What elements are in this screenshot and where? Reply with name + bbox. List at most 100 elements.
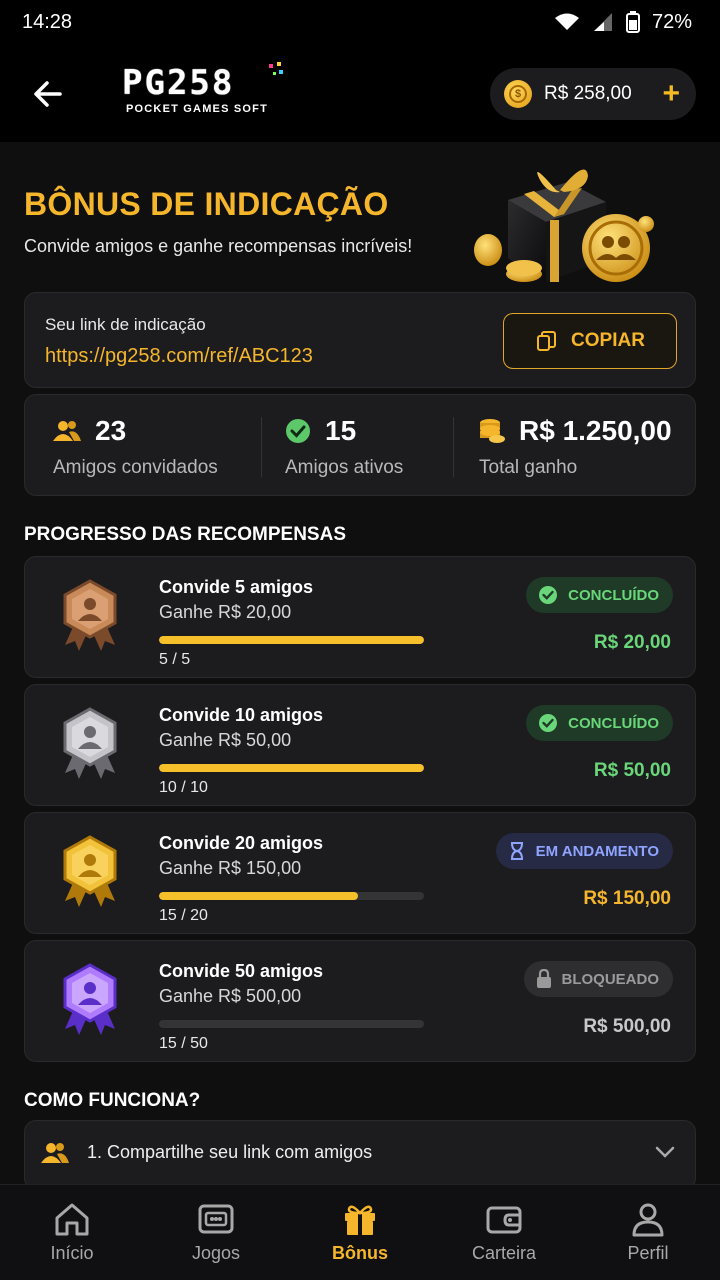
nav-label: Jogos [191,1243,241,1263]
status-time: 14:28 [22,10,73,33]
users-icon [53,421,81,441]
users-icon [41,1143,69,1163]
referral-link-url[interactable]: https://pg258.com/ref/ABC123 [45,345,313,368]
reward-title: Convide 10 amigos [159,705,324,725]
check-circle-icon [539,586,558,604]
stat-divider [261,417,262,477]
copy-button[interactable]: COPIAR [503,313,677,369]
nav-item-carteira[interactable]: Carteira [432,1185,576,1280]
wifi-icon [554,13,579,30]
copy-icon [537,331,557,351]
back-arrow-icon[interactable] [30,76,66,112]
progress-section-title: PROGRESSO DAS RECOMPENSAS [24,524,346,545]
logo-subtitle: POCKET GAMES SOFT [126,103,269,115]
status-badge: CONCLUÍDO [526,577,673,613]
status-badge-label: BLOQUEADO [561,970,660,988]
reward-progress-bar [159,636,424,644]
nav-item-perfil[interactable]: Perfil [576,1185,720,1280]
reward-count: 5 / 5 [159,651,191,668]
bottom-nav: Início Jogos Bônus Carteira Perfil [0,1184,720,1280]
stats-card: 23 Amigos convidados 15 Amigos ativos R$… [24,394,696,496]
logo-sparkle-icon [269,62,283,75]
stat-invited-label: Amigos convidados [53,457,218,478]
nav-label: Bônus [332,1243,388,1263]
how-section-title: COMO FUNCIONA? [24,1090,201,1111]
how-item[interactable]: 1. Compartilhe seu link com amigos [24,1120,696,1190]
stat-total: R$ 1.250,00 Total ganho [479,415,672,479]
status-badge: CONCLUÍDO [526,705,673,741]
reward-card[interactable]: Convide 10 amigos Ganhe R$ 50,00 10 / 10 CO… [24,684,696,806]
app-header: PG258 POCKET GAMES SOFT $ R$ 258,00 + [0,44,720,142]
copy-button-label: COPIAR [571,330,645,351]
reward-progress-fill [159,636,424,644]
reward-card[interactable]: Convide 5 amigos Ganhe R$ 20,00 5 / 5 CONCL… [24,556,696,678]
referral-link-label: Seu link de indicação [45,315,206,334]
check-circle-icon [286,419,310,443]
app-logo: PG258 POCKET GAMES SOFT [122,62,283,115]
stat-active-label: Amigos ativos [285,457,404,478]
logo-text: PG258 [122,63,235,103]
nav-label: Perfil [627,1243,669,1263]
reward-subtitle: Ganhe R$ 500,00 [159,986,302,1006]
battery-icon [625,11,640,33]
reward-amount: R$ 150,00 [583,888,671,909]
page-title: BÔNUS DE INDICAÇÃO [24,186,389,222]
reward-progress-bar [159,1020,424,1028]
gift-icon [345,1205,375,1235]
signal-icon [593,13,612,31]
stat-total-value: R$ 1.250,00 [519,415,672,446]
stat-total-label: Total ganho [479,457,578,478]
status-badge-label: CONCLUÍDO [568,586,659,604]
status-badge: BLOQUEADO [523,961,673,997]
chevron-down-icon [655,1146,675,1158]
reward-amount: R$ 500,00 [583,1016,671,1037]
nav-item-inicio[interactable]: Início [0,1185,144,1280]
home-icon [55,1203,89,1236]
battery-level: 72% [651,10,692,33]
gamepad-icon [198,1204,234,1234]
reward-progress-bar [159,892,424,900]
reward-card[interactable]: Convide 50 amigos Ganhe R$ 500,00 15 / 50 B… [24,940,696,1062]
reward-title: Convide 20 amigos [159,833,324,853]
balance-amount: R$ 258,00 [544,83,632,104]
reward-card[interactable]: Convide 20 amigos Ganhe R$ 150,00 15 / 20 E… [24,812,696,934]
reward-progress-fill [159,764,424,772]
reward-count: 15 / 50 [159,1035,208,1052]
reward-title: Convide 5 amigos [159,577,314,597]
purple-medal-icon [63,963,117,1035]
gold-medal-icon [63,835,117,907]
referral-link-card: Seu link de indicação https://pg258.com/… [24,292,696,388]
how-item-text: 1. Compartilhe seu link com amigos [87,1142,373,1162]
stat-divider [453,417,454,477]
check-circle-icon [539,714,558,732]
bronze-medal-icon [63,579,117,651]
status-icons: 72% [554,11,692,34]
status-badge-label: CONCLUÍDO [568,714,659,732]
reward-count: 10 / 10 [159,779,208,796]
nav-label: Início [50,1243,94,1263]
coin-icon: $ [504,80,532,108]
reward-count: 15 / 20 [159,907,208,924]
lock-icon [536,969,551,988]
reward-amount: R$ 50,00 [593,760,671,781]
reward-subtitle: Ganhe R$ 50,00 [159,730,292,750]
gift-box-illustration [474,169,654,282]
nav-item-bonus[interactable]: Bônus [288,1185,432,1280]
reward-progress-bar [159,764,424,772]
page-subtitle: Convide amigos e ganhe recompensas incrí… [24,236,413,256]
nav-item-jogos[interactable]: Jogos [144,1185,288,1280]
status-badge: EM ANDAMENTO [495,833,673,869]
add-funds-icon[interactable]: + [662,79,680,109]
stat-active: 15 Amigos ativos [285,415,403,479]
silver-medal-icon [63,707,117,779]
stat-invited: 23 Amigos convidados [53,415,218,479]
wallet-icon [486,1206,522,1234]
stat-invited-value: 23 [95,415,127,446]
profile-icon [632,1203,664,1237]
status-bar: 14:28 72% [0,0,720,44]
reward-title: Convide 50 amigos [159,961,324,981]
stat-active-value: 15 [325,415,357,446]
coins-icon [480,419,505,443]
reward-subtitle: Ganhe R$ 150,00 [159,858,302,878]
balance-pill[interactable]: $ R$ 258,00 + [490,68,696,120]
